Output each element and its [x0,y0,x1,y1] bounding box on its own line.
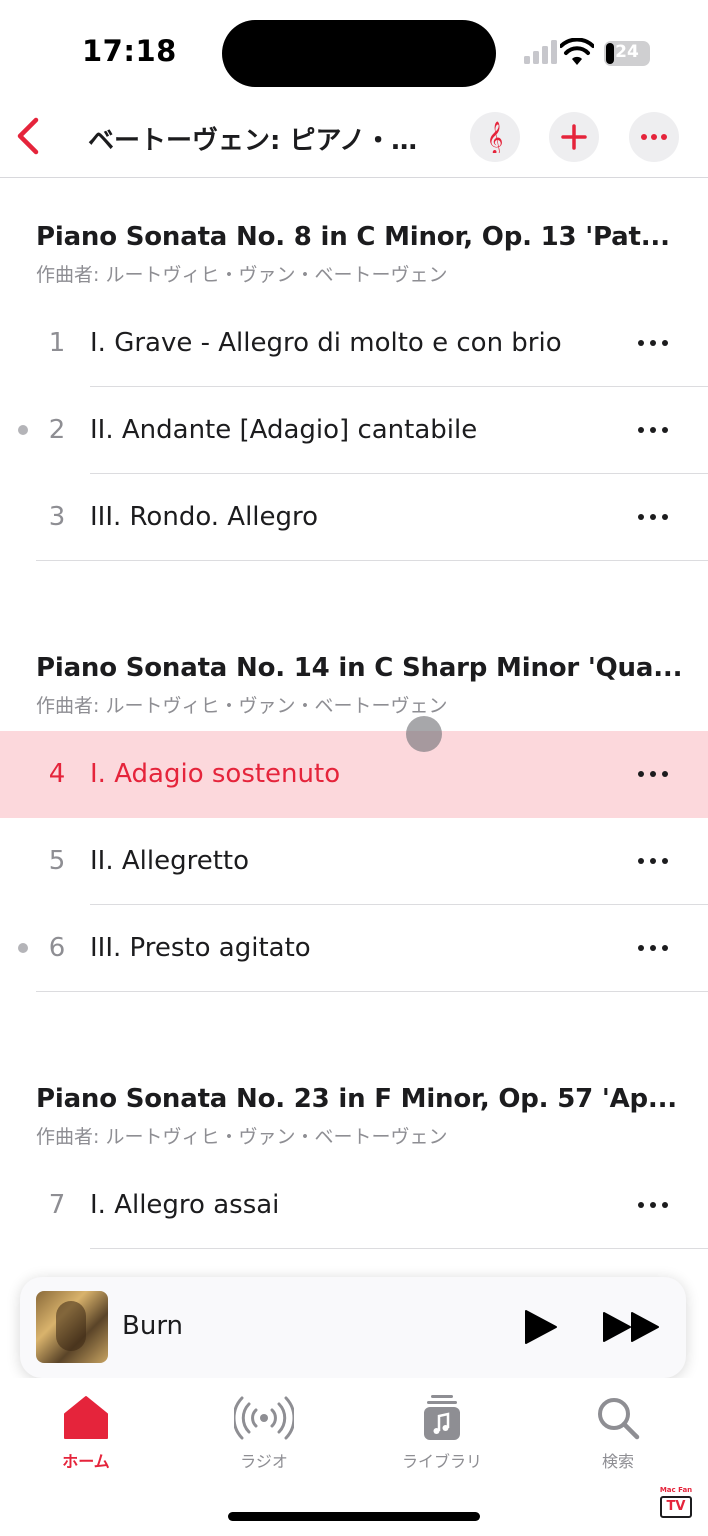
track-title: III. Presto agitato [90,933,311,963]
more-options-button[interactable] [629,112,679,162]
tab-label: ホーム [62,1452,110,1471]
navigation-bar: ベートーヴェン: ピアノ・… 𝄞 [0,100,708,178]
track-row[interactable]: 5 II. Allegretto [0,818,708,905]
tab-label: 検索 [601,1452,634,1471]
track-more-icon[interactable] [632,330,674,356]
tab-home[interactable]: ホーム [26,1394,146,1472]
album-artwork [36,1291,108,1363]
add-button[interactable] [549,112,599,162]
track-row[interactable]: 6 III. Presto agitato [0,905,708,992]
track-row-now-playing[interactable]: 4 I. Adagio sostenuto [0,731,708,818]
composer-label: 作曲者: ルートヴィヒ・ヴァン・ベートーヴェン [36,695,448,717]
track-row[interactable]: 7 I. Allegro assai [0,1162,708,1249]
page-title: ベートーヴェン: ピアノ・… [88,126,418,156]
track-number: 7 [48,1190,66,1220]
plus-icon [561,124,587,150]
track-title: I. Grave - Allegro di molto e con brio [90,328,562,358]
status-bar: 17:18 24 [0,0,708,100]
track-title: I. Allegro assai [90,1190,280,1220]
channel-watermark-logo: Mac Fan TV [656,1486,696,1524]
track-more-icon[interactable] [632,935,674,961]
unplayed-dot-icon [18,943,28,953]
composer-label: 作曲者: ルートヴィヒ・ヴァン・ベートーヴェン [36,264,448,286]
mini-player[interactable]: Burn [20,1277,686,1378]
tab-label: ラジオ [240,1452,288,1471]
track-row[interactable]: 1 I. Grave - Allegro di molto e con brio [0,300,708,387]
tab-search[interactable]: 検索 [558,1394,678,1472]
composer-label: 作曲者: ルートヴィヒ・ヴァン・ベートーヴェン [36,1126,448,1148]
row-divider [36,991,708,992]
track-more-icon[interactable] [632,848,674,874]
track-title: II. Allegretto [90,846,250,876]
track-row[interactable]: 3 III. Rondo. Allegro [0,474,708,561]
track-number: 2 [48,415,66,445]
now-playing-title: Burn [122,1311,184,1341]
cellular-signal-icon [524,40,557,64]
track-title: I. Adagio sostenuto [90,759,341,789]
score-button[interactable]: 𝄞 [470,112,520,162]
row-divider [90,1248,708,1249]
watermark-text: Mac Fan [659,1486,693,1494]
library-icon [424,1395,460,1440]
section-header: Piano Sonata No. 8 in C Minor, Op. 13 'P… [36,222,670,287]
track-number: 6 [48,933,66,963]
track-more-icon[interactable] [632,504,674,530]
back-chevron-icon[interactable] [10,114,46,158]
work-title: Piano Sonata No. 8 in C Minor, Op. 13 'P… [36,222,670,252]
tab-radio[interactable]: ラジオ [204,1394,324,1472]
watermark-tv: TV [660,1496,692,1518]
track-number: 4 [48,759,66,789]
home-indicator[interactable] [228,1512,480,1521]
row-divider [36,560,708,561]
fast-forward-icon[interactable] [602,1307,662,1347]
play-icon[interactable] [520,1307,560,1347]
section-header: Piano Sonata No. 14 in C Sharp Minor 'Qu… [36,653,682,718]
treble-clef-icon: 𝄞 [487,121,504,155]
battery-icon: 24 [604,41,650,66]
unplayed-dot-icon [18,425,28,435]
work-title: Piano Sonata No. 23 in F Minor, Op. 57 '… [36,1084,677,1114]
track-number: 1 [48,328,66,358]
home-icon [64,1396,108,1439]
svg-text:𝄞: 𝄞 [487,121,504,153]
radio-icon [234,1396,294,1440]
track-row[interactable]: 2 II. Andante [Adagio] cantabile [0,387,708,474]
track-more-icon[interactable] [632,761,674,787]
track-title: II. Andante [Adagio] cantabile [90,415,478,445]
section-header: Piano Sonata No. 23 in F Minor, Op. 57 '… [36,1084,677,1149]
wifi-icon [560,38,594,65]
track-more-icon[interactable] [632,1192,674,1218]
ellipsis-icon [641,134,667,140]
tab-library[interactable]: ライブラリ [382,1394,502,1472]
track-title: III. Rondo. Allegro [90,502,319,532]
touch-indicator [406,716,442,752]
work-title: Piano Sonata No. 14 in C Sharp Minor 'Qu… [36,653,683,683]
battery-percent: 24 [615,42,639,62]
track-more-icon[interactable] [632,417,674,443]
status-time: 17:18 [82,34,177,68]
search-icon [598,1398,640,1440]
tab-label: ライブラリ [401,1452,482,1471]
track-number: 3 [48,502,66,532]
track-number: 5 [48,846,66,876]
dynamic-island [222,20,496,87]
